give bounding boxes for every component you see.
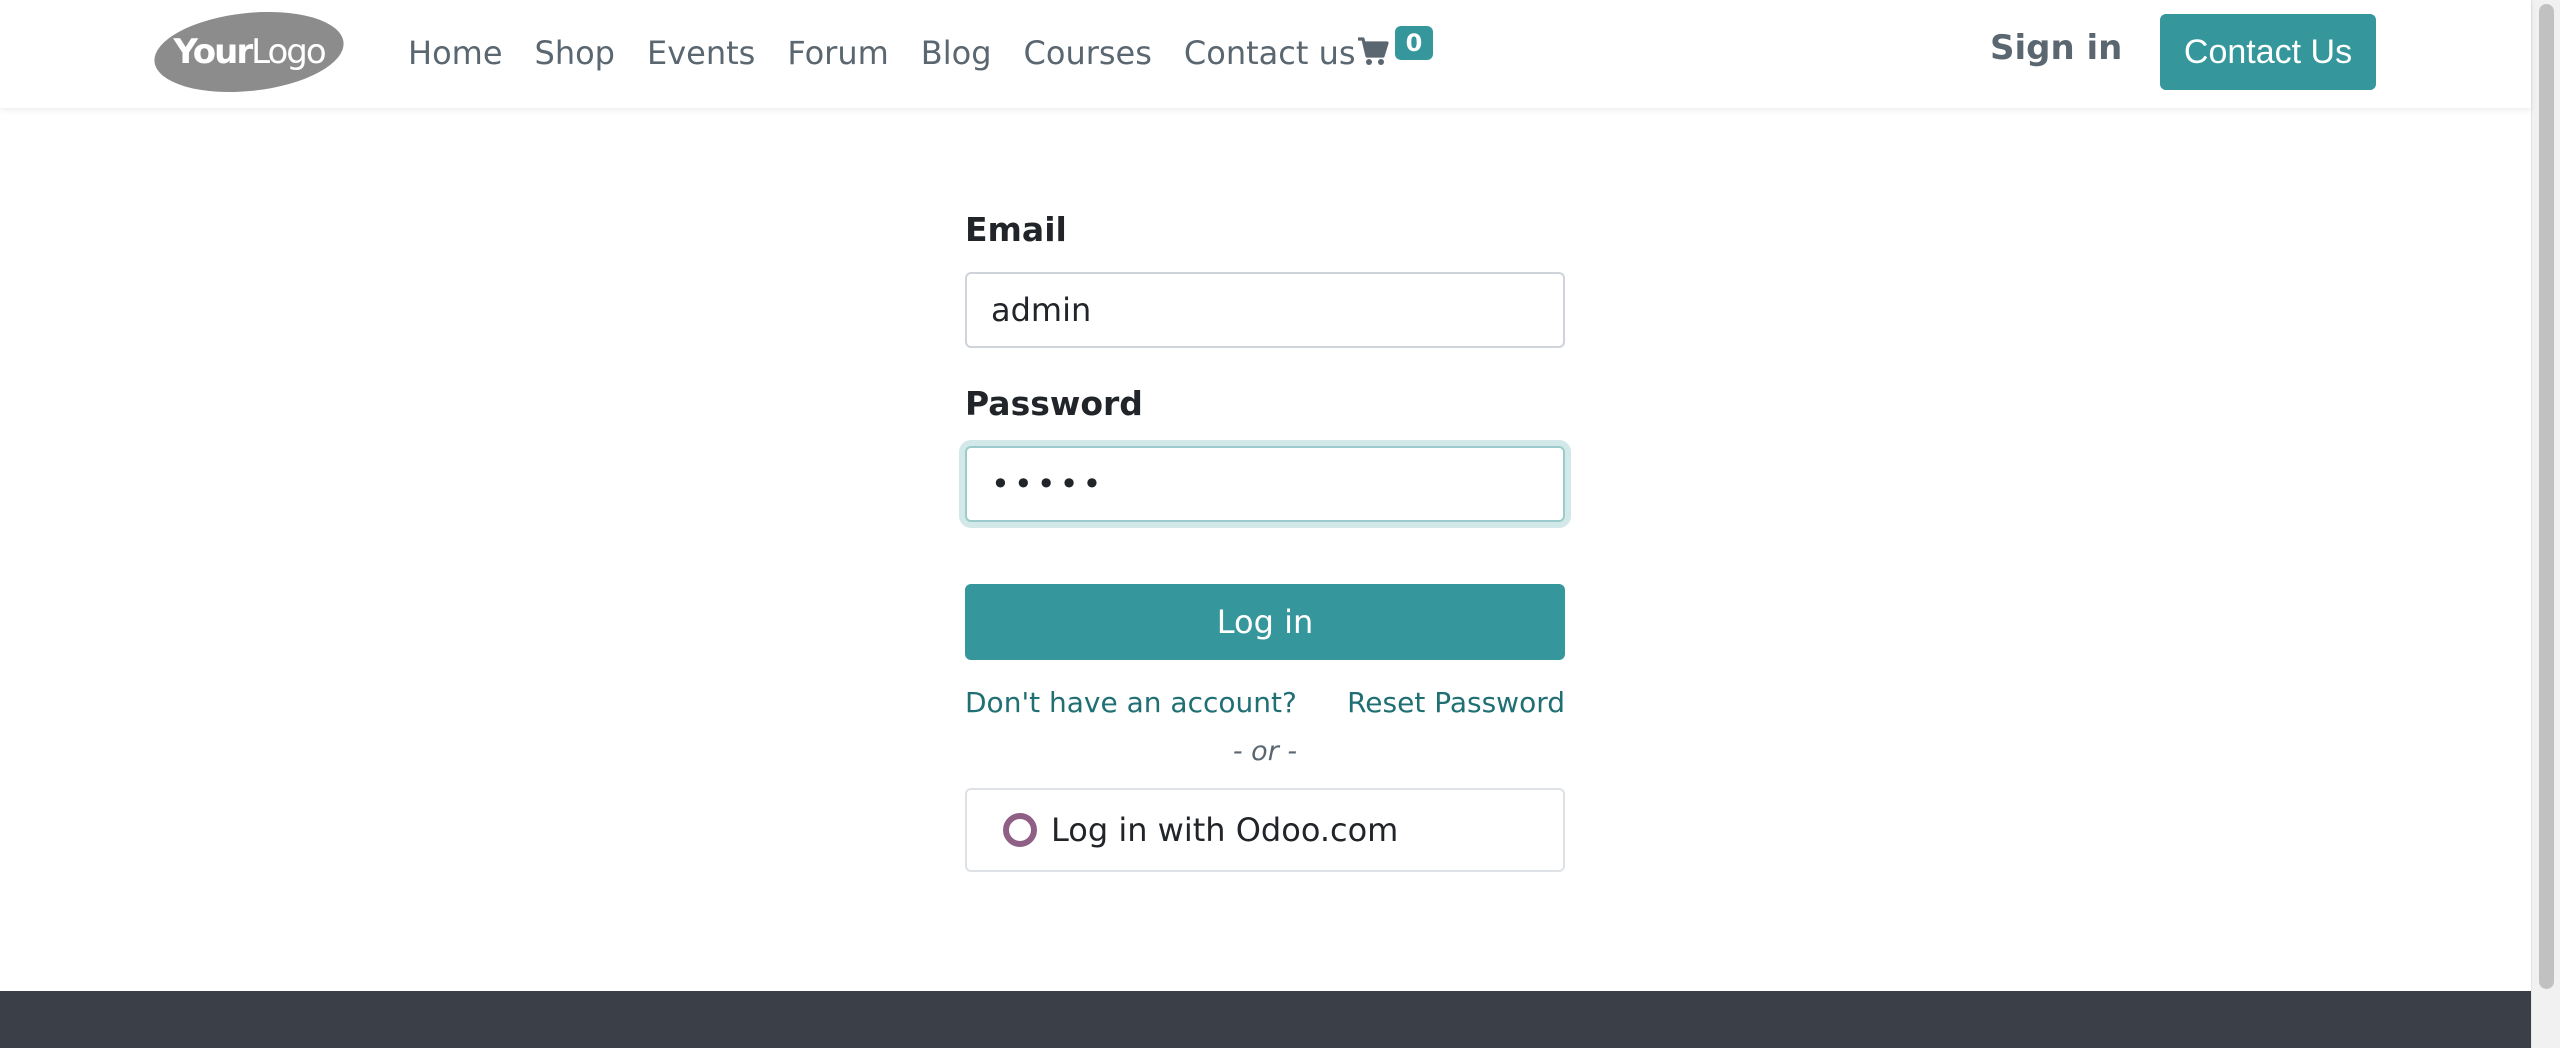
nav-courses[interactable]: Courses [1024,34,1152,72]
site-header: YourLogo Home Shop Events Forum Blog Cou… [0,0,2531,108]
logo-image: YourLogo [154,11,344,93]
or-separator: - or - [1232,736,1298,767]
shopping-cart-icon [1358,37,1389,65]
signup-link[interactable]: Don't have an account? [965,686,1297,719]
logo[interactable]: YourLogo [153,11,345,93]
odoo-login-button[interactable]: Log in with Odoo.com [965,788,1565,872]
email-input[interactable] [965,272,1565,348]
odoo-ring-icon [1003,813,1037,847]
log-in-button[interactable]: Log in [965,584,1565,660]
nav-contact-us[interactable]: Contact us [1184,34,1356,72]
auth-links: Don't have an account? Reset Password [965,682,1565,722]
password-input[interactable] [965,446,1565,522]
scrollbar-thumb[interactable] [2539,4,2554,989]
nav-home[interactable]: Home [408,34,503,72]
nav-blog[interactable]: Blog [921,34,992,72]
contact-us-button[interactable]: Contact Us [2160,14,2376,90]
cart-count-badge: 0 [1395,26,1433,60]
page-scrollbar[interactable] [2531,0,2560,1048]
nav-events[interactable]: Events [647,34,755,72]
nav-forum[interactable]: Forum [787,34,888,72]
main-nav: Home Shop Events Forum Blog Courses Cont… [408,26,1388,80]
nav-shop[interactable]: Shop [535,34,615,72]
cart-link[interactable]: 0 [1357,24,1437,74]
login-form: Email Password Log in Don't have an acco… [965,210,1565,872]
sign-in-link[interactable]: Sign in [1990,28,2122,68]
page: YourLogo Home Shop Events Forum Blog Cou… [0,0,2560,1048]
odoo-login-label: Log in with Odoo.com [1051,811,1399,849]
site-footer [0,991,2531,1048]
email-label: Email [965,210,1067,249]
password-label: Password [965,384,1143,423]
svg-text:YourLogo: YourLogo [172,32,325,72]
reset-password-link[interactable]: Reset Password [1347,686,1565,719]
